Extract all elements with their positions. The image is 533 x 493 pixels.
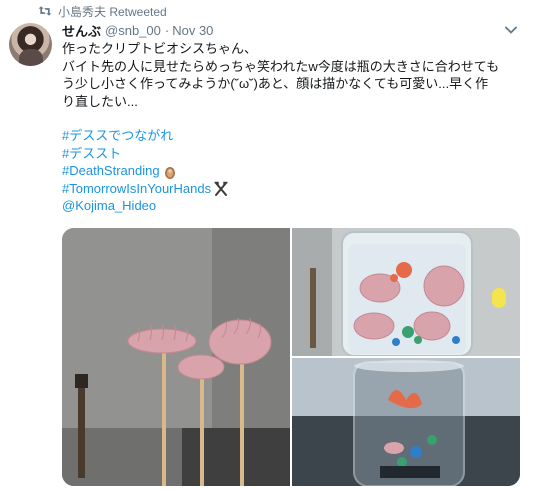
- hashtag-link[interactable]: #DeathStranding: [62, 162, 160, 180]
- tweet-line: り直したい...: [62, 93, 138, 109]
- tweet-header: せんぶ @snb_00 · Nov 30: [62, 21, 522, 39]
- header-separator: ·: [164, 22, 170, 38]
- tweet-date[interactable]: Nov 30: [172, 23, 213, 38]
- retweet-context-label: 小島秀夫 Retweeted: [58, 4, 167, 19]
- retweet-icon: [38, 6, 52, 16]
- tweet-line: 作ったクリプトビオシスちゃん、: [62, 41, 258, 56]
- user-handle[interactable]: @snb_00: [105, 23, 161, 38]
- media-photo-jar-top[interactable]: [292, 228, 520, 356]
- media-photo-sculptures[interactable]: [62, 228, 290, 486]
- avatar[interactable]: [9, 23, 52, 66]
- hashtag-link[interactable]: #TomorrowIsInYourHands: [62, 180, 211, 198]
- tweet-media-grid: [62, 228, 520, 486]
- chevron-down-icon[interactable]: [504, 23, 518, 37]
- bridge-baby-emoji: [164, 166, 175, 179]
- display-name[interactable]: せんぶ: [62, 21, 101, 40]
- tweet-text: 作ったクリプトビオシスちゃん、 バイト先の人に見せたらめっちゃ笑われたw今度は瓶…: [62, 40, 520, 215]
- retweet-context[interactable]: 小島秀夫 Retweeted: [38, 2, 167, 20]
- tweet-content: せんぶ @snb_00 · Nov 30 作ったクリプトビオシスちゃん、 バイト…: [62, 21, 522, 215]
- mention-link[interactable]: @Kojima_Hideo: [62, 197, 156, 215]
- hashtag-link[interactable]: #デススでつながれ: [62, 127, 173, 145]
- media-photo-jar-bottom[interactable]: [292, 358, 520, 486]
- tweet-line: バイト先の人に見せたらめっちゃ笑われたw今度は瓶の大きさに合わせても: [62, 58, 500, 74]
- tweet-line: う少し小さく作ってみようか(˘ω˘)あと、顔は描かなくても可愛い...早く作: [62, 76, 489, 91]
- hashtag-link[interactable]: #デススト: [62, 145, 121, 163]
- crossed-tools-emoji: [214, 181, 228, 197]
